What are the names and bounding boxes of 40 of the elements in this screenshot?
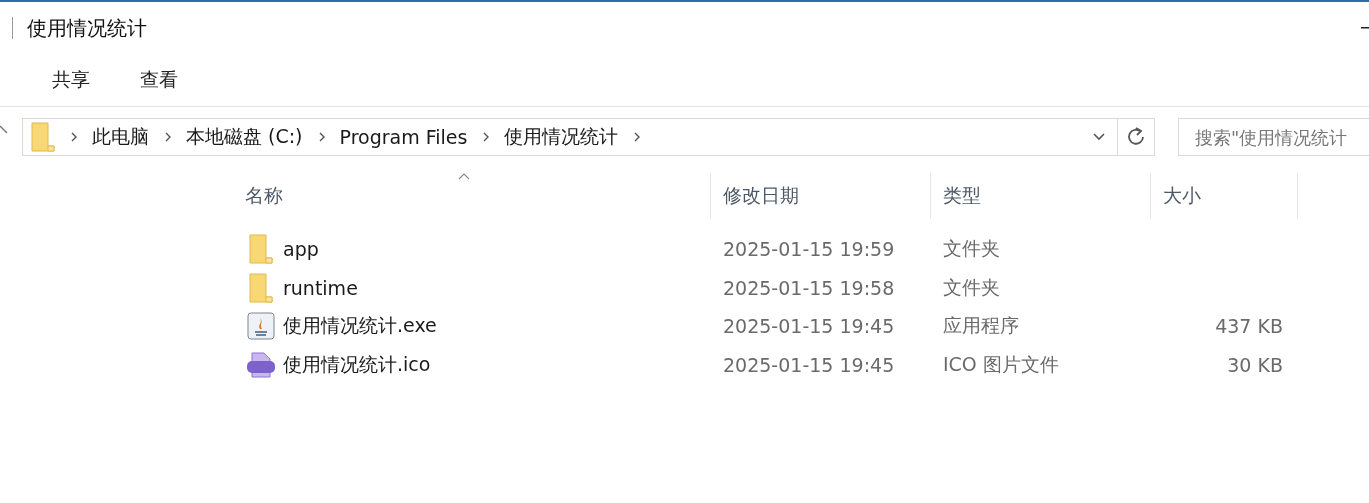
folder-icon	[247, 234, 275, 265]
folder-icon	[247, 272, 275, 303]
application-icon	[247, 312, 275, 341]
chevron-right-icon	[634, 132, 642, 142]
file-type: ICO 图片文件	[943, 351, 1059, 377]
modified-date: 2025-01-15 19:45	[723, 353, 895, 376]
modified-date: 2025-01-15 19:59	[723, 238, 895, 261]
file-type: 文件夹	[943, 236, 1000, 262]
file-name[interactable]: runtime	[283, 276, 358, 299]
image-file-icon	[247, 350, 275, 379]
file-name[interactable]: 使用情况统计.ico	[283, 351, 431, 378]
file-size: 437 KB	[1215, 315, 1283, 338]
column-header[interactable]: 名称	[218, 173, 711, 218]
column-header[interactable]: 大小	[1151, 173, 1298, 218]
modified-date: 2025-01-15 19:45	[723, 315, 895, 338]
search-field[interactable]: 搜索"使用情况统计	[1178, 118, 1369, 156]
breadcrumb-item[interactable]: 本地磁盘 (C:)	[186, 124, 303, 150]
breadcrumb-item[interactable]: 此电脑	[92, 124, 149, 150]
ribbon-tab[interactable]: 查看	[130, 67, 188, 93]
file-name[interactable]: 使用情况统计.exe	[283, 313, 437, 340]
ribbon-tab[interactable]: 共享	[42, 67, 100, 93]
modified-date: 2025-01-15 19:58	[723, 276, 895, 299]
file-name[interactable]: app	[283, 238, 319, 261]
breadcrumb-item[interactable]: 使用情况统计	[504, 124, 619, 150]
sort-ascending-icon	[458, 173, 470, 180]
column-header[interactable]: 类型	[931, 173, 1151, 218]
dropdown-chevron-icon	[1093, 133, 1105, 141]
chevron-right-icon	[165, 132, 172, 142]
window-title: 使用情况统计	[27, 14, 147, 42]
chevron-right-icon	[318, 132, 326, 142]
address-bar[interactable]: 此电脑 本地磁盘 (C:) Program Files 使用情况统计	[22, 118, 1155, 156]
refresh-icon	[1127, 127, 1145, 147]
file-size: 30 KB	[1227, 353, 1283, 376]
column-header[interactable]: 修改日期	[711, 173, 931, 218]
chevron-right-icon	[483, 132, 491, 142]
file-type: 应用程序	[943, 313, 1019, 339]
breadcrumb-item[interactable]: Program Files	[339, 126, 468, 148]
folder-icon	[31, 122, 55, 152]
chevron-right-icon	[71, 132, 78, 142]
file-type: 文件夹	[943, 274, 1000, 300]
